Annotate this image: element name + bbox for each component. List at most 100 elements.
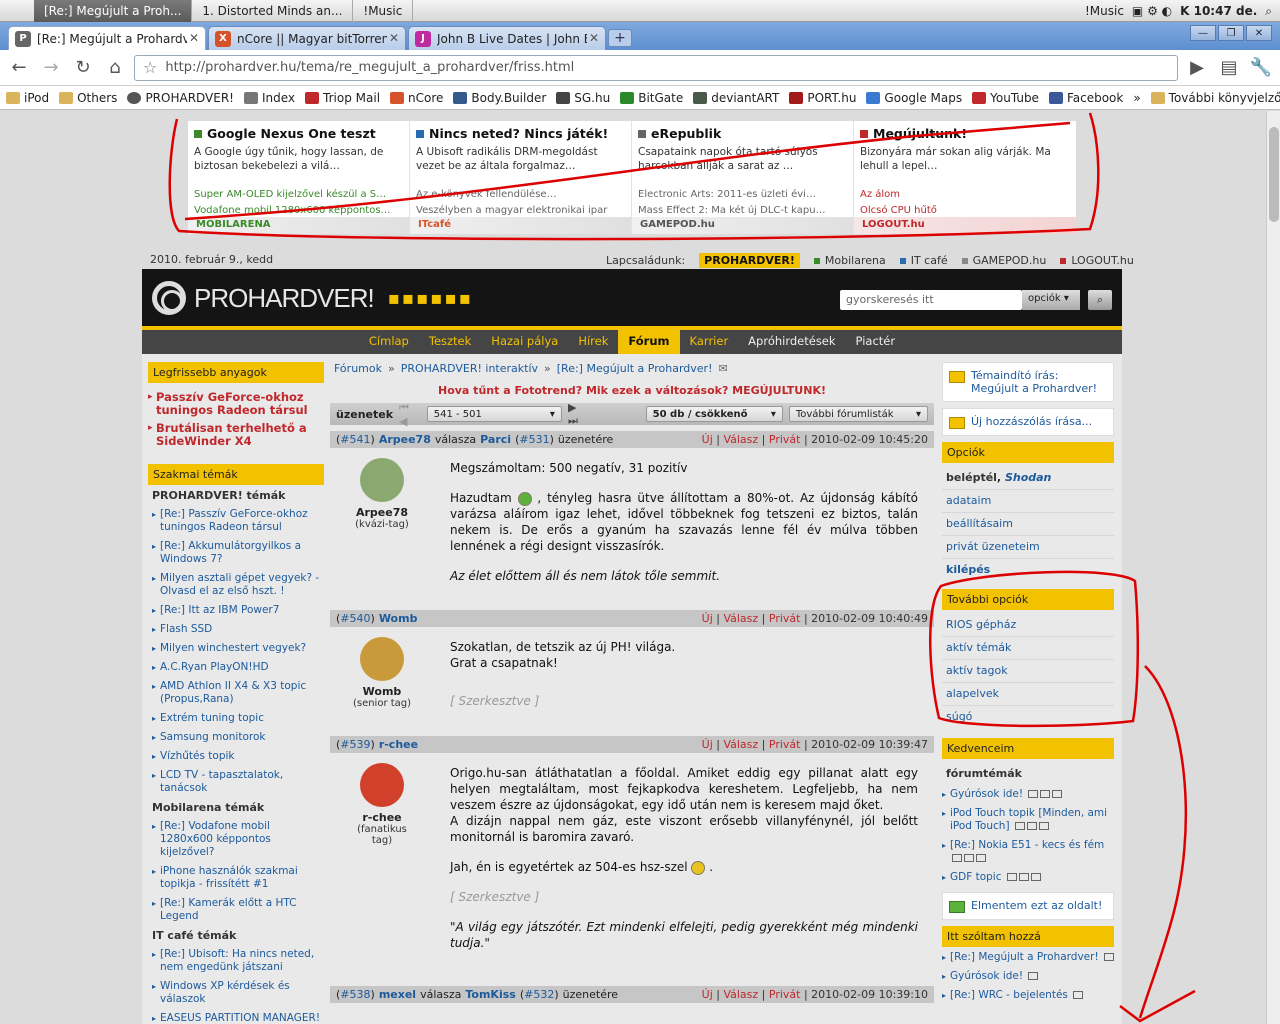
page-range-select[interactable]: 541 - 501 ▾: [426, 406, 562, 422]
breadcrumb-interactive[interactable]: PROHARDVER! interaktív: [401, 362, 538, 375]
envelope-icon[interactable]: ✉: [718, 362, 727, 375]
nav-cimlap[interactable]: Címlap: [359, 330, 419, 354]
option-settings[interactable]: beállításaim: [942, 513, 1114, 536]
post-number-link[interactable]: #541: [340, 433, 370, 446]
avatar-name[interactable]: Arpee78: [350, 506, 414, 519]
new-link[interactable]: Új: [702, 612, 713, 625]
nav-hirek[interactable]: Hírek: [568, 330, 618, 354]
topic-link[interactable]: A.C.Ryan PlayON!HD: [152, 661, 324, 674]
back-button[interactable]: ←: [6, 55, 32, 81]
nav-hazai-palya[interactable]: Hazai pálya: [481, 330, 568, 354]
new-link[interactable]: Új: [702, 738, 713, 751]
edited-note[interactable]: [ Szerkesztve ]: [450, 693, 918, 709]
thread-starter-box[interactable]: Témaindító írás: Megújult a Prohardver!: [942, 362, 1114, 402]
bookmarks-overflow[interactable]: »: [1133, 91, 1140, 105]
latest-item[interactable]: Brutálisan terhelhető a SideWinder X4: [148, 422, 324, 448]
bookmark-youtube[interactable]: YouTube: [972, 91, 1039, 105]
new-link[interactable]: Új: [702, 433, 713, 446]
post-author[interactable]: Womb: [379, 612, 418, 625]
post-number[interactable]: (#541): [336, 433, 375, 446]
topic-link[interactable]: Samsung monitorok: [152, 731, 324, 744]
topic-link[interactable]: iPhone használók szakmai topikja - friss…: [152, 865, 324, 891]
private-link[interactable]: Privát: [769, 433, 801, 446]
search-options-select[interactable]: opciók ▾: [1022, 290, 1080, 310]
address-bar[interactable]: ☆ http://prohardver.hu/tema/re_megujult_…: [134, 54, 1178, 81]
nav-aprohirdetesek[interactable]: Apróhirdetések: [738, 330, 845, 354]
avatar-image[interactable]: [360, 763, 404, 807]
bookmark-triop[interactable]: Triop Mail: [305, 91, 380, 105]
bookmark-bodybuilder[interactable]: Body.Builder: [453, 91, 546, 105]
topic-link[interactable]: EASEUS PARTITION MANAGER!: [152, 1012, 324, 1024]
close-icon[interactable]: ✕: [589, 31, 599, 45]
private-link[interactable]: Privát: [769, 988, 801, 1001]
thread-headline[interactable]: Hova tűnt a Fototrend? Mik ezek a változ…: [330, 384, 934, 397]
topic-link[interactable]: [Re:] Akkumulátorgyilkos a Windows 7?: [152, 540, 324, 566]
close-window-button[interactable]: ✕: [1246, 25, 1272, 41]
maximize-button[interactable]: ❐: [1218, 25, 1244, 41]
private-link[interactable]: Privát: [769, 612, 801, 625]
bookmark-index[interactable]: Index: [244, 91, 295, 105]
first-page-icon[interactable]: ⏮ ◀: [399, 401, 421, 428]
option-private-messages[interactable]: privát üzeneteim: [942, 536, 1114, 559]
search-button[interactable]: ⌕: [1088, 290, 1112, 310]
reply-link[interactable]: Válasz: [723, 612, 758, 625]
reply-link[interactable]: Válasz: [723, 433, 758, 446]
close-icon[interactable]: ✕: [189, 31, 199, 45]
avatar-name[interactable]: Womb: [350, 685, 414, 698]
reply-link[interactable]: Válasz: [723, 738, 758, 751]
post-number-link[interactable]: #538: [340, 988, 370, 1001]
music-menu[interactable]: !Music: [1085, 4, 1124, 18]
forum-lists-select[interactable]: További fórumlisták ▾: [788, 406, 929, 422]
family-gamepod[interactable]: GAMEPOD.hu: [961, 253, 1046, 268]
forward-button[interactable]: →: [38, 55, 64, 81]
bookmark-bitgate[interactable]: BitGate: [620, 91, 683, 105]
bookmark-ncore[interactable]: nCore: [390, 91, 443, 105]
star-icon[interactable]: ☆: [143, 58, 157, 77]
nav-tesztek[interactable]: Tesztek: [419, 330, 481, 354]
per-page-select[interactable]: 50 db / csökkenő ▾: [645, 406, 783, 422]
close-icon[interactable]: ✕: [389, 31, 399, 45]
post-number[interactable]: (#538): [336, 988, 375, 1001]
topic-link[interactable]: Milyen asztali gépet vegyek? - Olvasd el…: [152, 572, 324, 598]
page-menu-icon[interactable]: ▤: [1216, 55, 1242, 81]
topic-link[interactable]: LCD TV - tapasztalatok, tanácsok: [152, 769, 324, 795]
avatar-image[interactable]: [360, 458, 404, 502]
topic-link[interactable]: [Re:] Itt az IBM Power7: [152, 604, 324, 617]
next-page-icon[interactable]: ▶ ⏭: [568, 401, 590, 428]
post-number-link[interactable]: #540: [340, 612, 370, 625]
breadcrumb-topic[interactable]: [Re:] Megújult a Prohardver!: [557, 362, 713, 375]
new-link[interactable]: Új: [702, 988, 713, 1001]
reply-to-author[interactable]: TomKiss: [465, 988, 515, 1001]
bookmark-googlemaps[interactable]: Google Maps: [866, 91, 962, 105]
os-tab-folder[interactable]: !Music: [353, 0, 414, 22]
browser-tab-johnb[interactable]: J John B Live Dates | John B ✕: [408, 26, 606, 50]
go-button[interactable]: ▶: [1184, 55, 1210, 81]
browser-tab-ncore[interactable]: X nCore || Magyar bitTorren... ✕: [208, 26, 406, 50]
private-link[interactable]: Privát: [769, 738, 801, 751]
reload-button[interactable]: ↻: [70, 55, 96, 81]
browser-tab-active[interactable]: P [Re:] Megújult a Prohardv... ✕: [8, 26, 206, 50]
post-author[interactable]: Arpee78: [379, 433, 431, 446]
reply-to-number[interactable]: #532: [524, 988, 554, 1001]
family-prohardver[interactable]: PROHARDVER!: [699, 253, 800, 268]
home-button[interactable]: ⌂: [102, 55, 128, 81]
os-tab-music[interactable]: 1. Distorted Minds an...: [192, 0, 354, 22]
breadcrumb-forums[interactable]: Fórumok: [334, 362, 382, 375]
topic-link[interactable]: Milyen winchestert vegyek?: [152, 642, 324, 655]
family-logout[interactable]: LOGOUT.hu: [1060, 253, 1134, 268]
new-post-box[interactable]: Új hozzászólás írása...: [942, 408, 1114, 436]
new-tab-button[interactable]: +: [608, 29, 632, 47]
avatar-name[interactable]: r-chee: [350, 811, 414, 824]
scrollbar-thumb[interactable]: [1269, 127, 1279, 222]
bookmark-others[interactable]: Others: [59, 91, 117, 105]
edited-note[interactable]: [ Szerkesztve ]: [450, 889, 918, 905]
username-link[interactable]: Shodan: [1005, 471, 1051, 484]
topic-link[interactable]: AMD Athlon II X4 & X3 topic (Propus,Rana…: [152, 680, 324, 706]
spotlight-icon[interactable]: ⌕: [1265, 4, 1272, 19]
page-scrollbar[interactable]: [1266, 111, 1280, 1024]
reply-link[interactable]: Válasz: [723, 988, 758, 1001]
bookmark-prohardver[interactable]: PROHARDVER!: [127, 91, 234, 105]
bookmark-sg[interactable]: SG.hu: [556, 91, 610, 105]
topic-link[interactable]: Vízhűtés topik: [152, 750, 324, 763]
family-itcafe[interactable]: IT café: [899, 253, 948, 268]
